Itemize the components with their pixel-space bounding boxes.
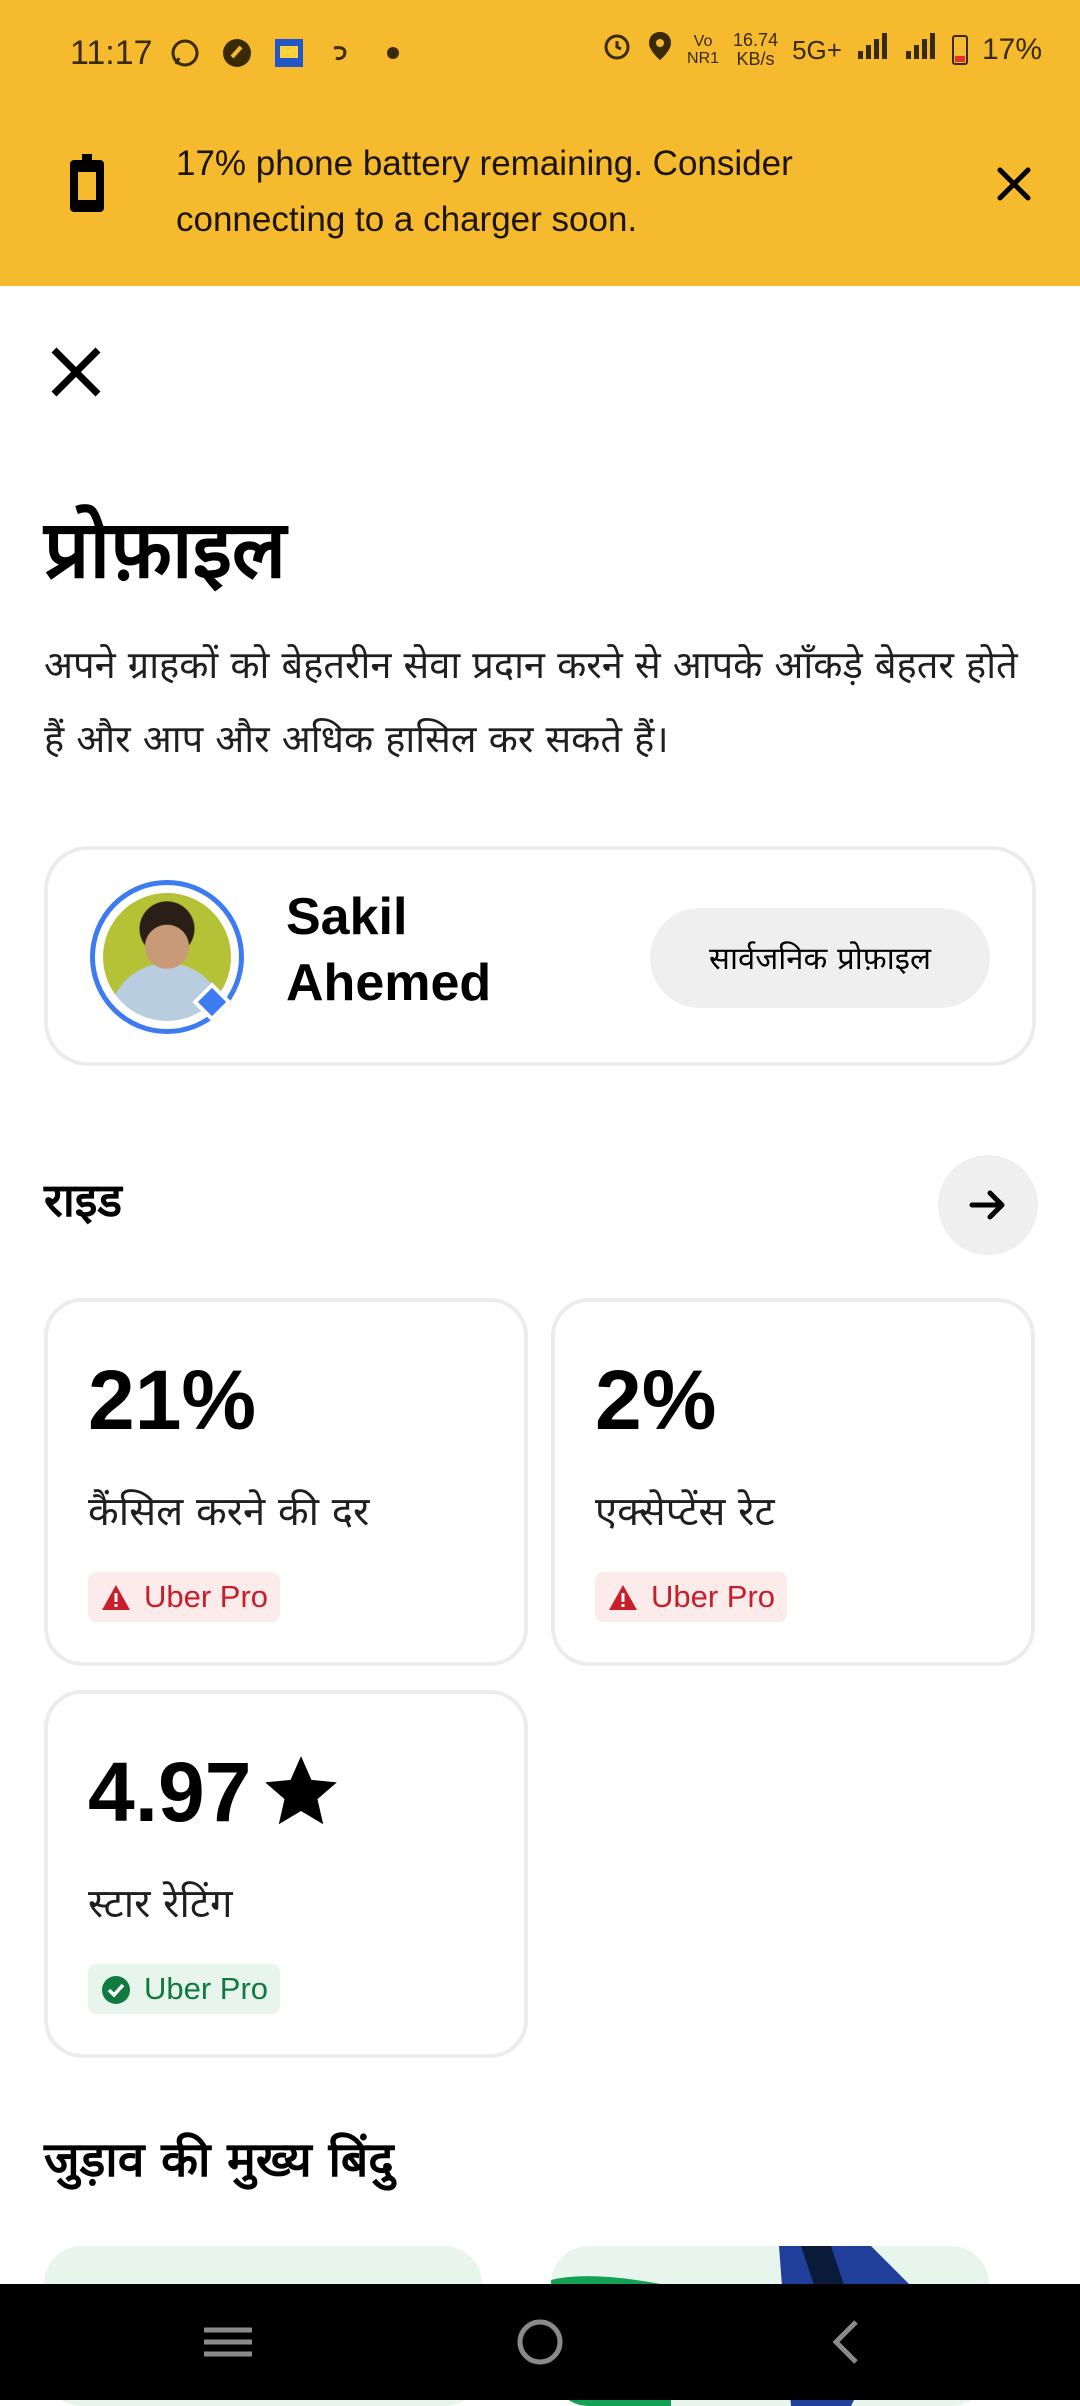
stat-card-acceptance-rate[interactable]: 2% एक्सेप्टेंस रेट Uber Pro bbox=[551, 1298, 1035, 1666]
battery-icon bbox=[951, 35, 968, 65]
whatsapp-icon bbox=[168, 36, 202, 70]
page-subtitle: अपने ग्राहकों को बेहतरीन सेवा प्रदान करन… bbox=[44, 643, 1018, 761]
profile-name: Sakil Ahemed bbox=[286, 888, 492, 1012]
volte-indicator: Vo NR1 bbox=[687, 33, 720, 67]
low-battery-banner: 17% phone battery remaining. Consider co… bbox=[0, 112, 1080, 286]
warning-icon bbox=[102, 1585, 130, 1610]
uber-pro-ok-badge: Uber Pro bbox=[88, 1964, 281, 2014]
status-bar: 11:17 Vo NR1 16.74 KB/s 5G+ 17% bbox=[0, 0, 1080, 112]
warning-icon bbox=[609, 1585, 637, 1610]
page-title: प्रोफ़ाइल bbox=[44, 503, 287, 596]
menu-button[interactable] bbox=[198, 2312, 258, 2372]
rides-details-button[interactable] bbox=[938, 1155, 1038, 1255]
app-notification-icon-2 bbox=[324, 36, 358, 70]
menu-icon bbox=[204, 2327, 252, 2357]
profile-card: Sakil Ahemed सार्वजनिक प्रोफ़ाइल bbox=[44, 846, 1036, 1066]
home-button[interactable] bbox=[510, 2312, 570, 2372]
stat-card-star-rating[interactable]: 4.97 स्टार रेटिंग Uber Pro bbox=[44, 1690, 528, 2058]
banner-close-button[interactable] bbox=[992, 162, 1036, 206]
close-page-button[interactable] bbox=[44, 340, 108, 404]
engagement-section-title: जुड़ाव की मुख्य बिंदु bbox=[44, 2132, 394, 2188]
home-circle-icon bbox=[517, 2319, 563, 2365]
signal-icon-1 bbox=[856, 31, 890, 69]
app-notification-icon bbox=[220, 36, 254, 70]
status-time: 11:17 bbox=[70, 34, 153, 72]
signal-icon-2 bbox=[904, 31, 938, 69]
close-icon bbox=[51, 347, 101, 397]
banner-message: 17% phone battery remaining. Consider co… bbox=[176, 144, 793, 239]
check-circle-icon bbox=[102, 1976, 130, 2004]
uber-pro-warning-badge: Uber Pro bbox=[595, 1572, 788, 1622]
stat-card-cancellation-rate[interactable]: 21% कैंसिल करने की दर Uber Pro bbox=[44, 1298, 528, 1666]
back-button[interactable] bbox=[818, 2312, 878, 2372]
system-icons: Vo NR1 16.74 KB/s 5G+ 17% bbox=[601, 30, 1042, 70]
arrow-right-icon bbox=[969, 1190, 1005, 1220]
bus-app-icon bbox=[272, 36, 306, 70]
stat-value: 4.97 bbox=[88, 1742, 344, 1842]
public-profile-button[interactable]: सार्वजनिक प्रोफ़ाइल bbox=[650, 908, 990, 1008]
network-type: 5G+ bbox=[792, 34, 842, 65]
back-chevron-icon bbox=[832, 2320, 858, 2364]
stat-label: एक्सेप्टेंस रेट bbox=[595, 1489, 775, 1535]
close-icon bbox=[997, 167, 1031, 201]
alarm-icon bbox=[601, 30, 633, 70]
location-icon bbox=[647, 30, 673, 70]
stat-value: 2% bbox=[595, 1353, 717, 1447]
battery-icon bbox=[70, 154, 104, 212]
battery-percent: 17% bbox=[981, 33, 1042, 66]
stat-label: कैंसिल करने की दर bbox=[88, 1489, 370, 1535]
system-navigation-bar bbox=[0, 2284, 1080, 2400]
star-icon bbox=[264, 1756, 337, 1825]
more-notifications-dot-icon bbox=[376, 36, 410, 70]
notification-icons bbox=[168, 36, 410, 70]
rides-section-title: राइड bbox=[44, 1173, 122, 1227]
stat-label: स्टार रेटिंग bbox=[88, 1881, 233, 1927]
network-speed: 16.74 KB/s bbox=[733, 30, 779, 69]
stat-value: 21% bbox=[88, 1353, 257, 1447]
uber-pro-warning-badge: Uber Pro bbox=[88, 1572, 281, 1622]
